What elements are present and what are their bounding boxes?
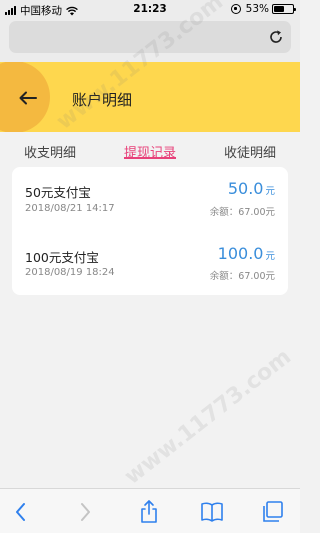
record-amount: 50.0 元 [228, 179, 275, 198]
record-date: 2018/08/19 18:24 [25, 267, 115, 278]
amount-unit: 元 [265, 186, 275, 197]
back-nav-button[interactable] [8, 499, 34, 525]
status-right: 53% [230, 3, 296, 15]
share-icon [141, 500, 157, 523]
battery-percent: 53% [245, 3, 269, 15]
battery-fill [274, 6, 284, 12]
record-balance: 余额：67.00元 [209, 207, 275, 218]
chevron-left-icon [16, 503, 25, 521]
status-bar: 中国移动 21:23 53% [0, 0, 300, 18]
records-card: 50元支付宝 2018/08/21 14:17 50.0 元 余额：67.00元 … [12, 167, 288, 295]
battery-icon [272, 4, 296, 14]
record-balance: 余额：67.00元 [209, 271, 275, 282]
back-button[interactable] [16, 87, 40, 109]
active-tab-indicator [124, 157, 176, 159]
tabs-button[interactable] [260, 499, 286, 525]
reload-icon[interactable] [267, 28, 285, 46]
tab-income-expense[interactable]: 收支明细 [24, 142, 76, 161]
record-title: 50元支付宝 [25, 185, 91, 200]
share-button[interactable] [136, 499, 162, 525]
amount-value: 100.0 [217, 244, 264, 263]
record-date: 2018/08/21 14:17 [25, 203, 115, 214]
amount-unit: 元 [265, 251, 275, 262]
arrow-left-icon [19, 91, 37, 105]
list-item[interactable]: 50元支付宝 2018/08/21 14:17 50.0 元 余额：67.00元 [12, 167, 288, 227]
bookmarks-button[interactable] [199, 499, 225, 525]
chevron-right-icon [81, 503, 90, 521]
tab-apprentice-details[interactable]: 收徒明细 [224, 142, 276, 161]
amount-value: 50.0 [227, 179, 264, 198]
rotation-lock-icon [230, 4, 241, 14]
record-amount: 100.0 元 [218, 244, 275, 263]
list-item[interactable]: 100元支付宝 2018/08/19 18:24 100.0 元 余额：67.00… [12, 230, 288, 290]
record-title: 100元支付宝 [25, 250, 99, 265]
watermark: www.11773.com [120, 344, 297, 490]
forward-nav-button[interactable] [72, 499, 98, 525]
tabs-icon [263, 501, 283, 522]
book-icon [201, 502, 223, 522]
browser-toolbar [0, 488, 300, 533]
tab-bar: 收支明细 提现记录 收徒明细 [0, 132, 300, 166]
page-header: 账户明细 [0, 62, 300, 132]
